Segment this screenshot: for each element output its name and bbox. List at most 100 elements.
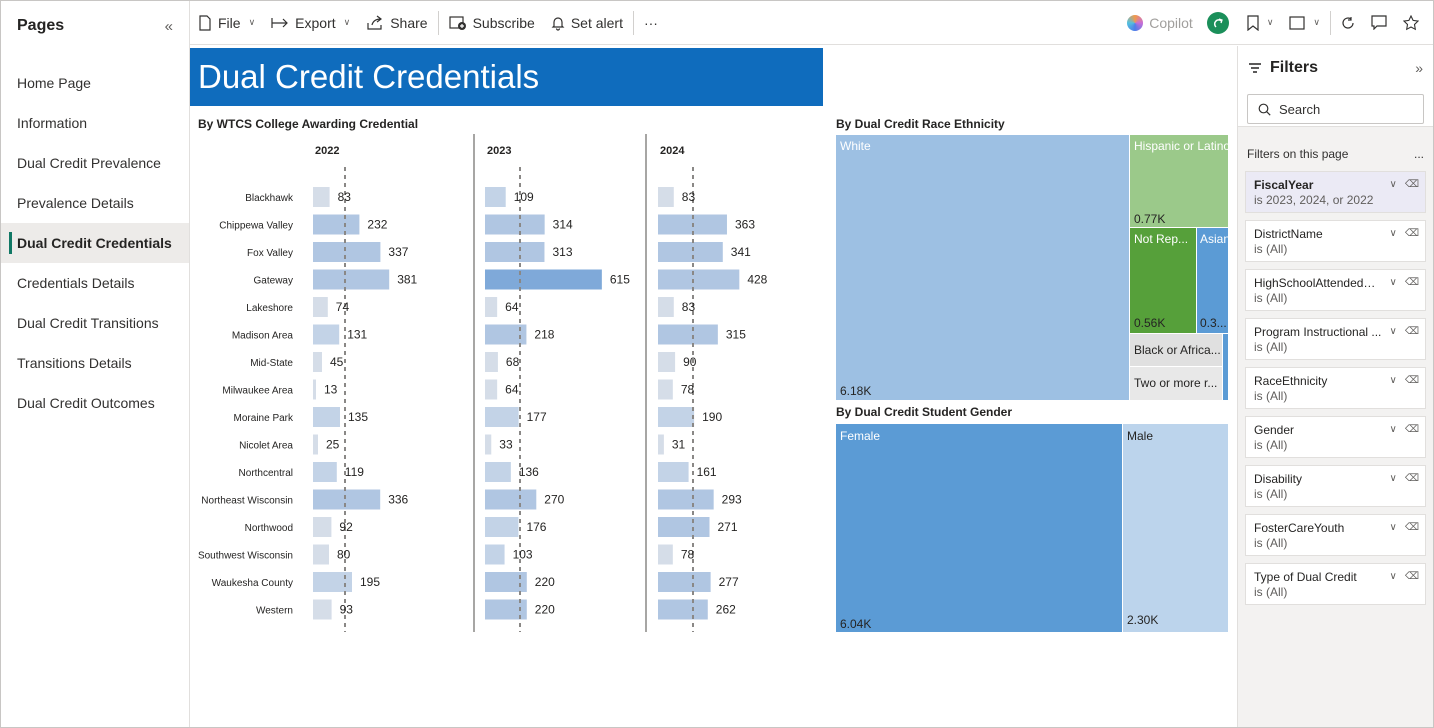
- bar-2022-nicolet-area[interactable]: [313, 434, 318, 455]
- bar-2022-southwest-wisconsin[interactable]: [313, 544, 329, 565]
- refresh-status-icon[interactable]: [1206, 11, 1229, 34]
- bar-2024-mid-state[interactable]: [658, 352, 676, 372]
- bar-2023-southwest-wisconsin[interactable]: [485, 544, 505, 565]
- bar-2022-lakeshore[interactable]: [313, 297, 328, 317]
- filter-card-gender[interactable]: Gender is (All) ∨ ⌫: [1245, 416, 1426, 458]
- filter-card-type-of-dual-credit[interactable]: Type of Dual Credit is (All) ∨ ⌫: [1245, 563, 1426, 605]
- bar-2024-milwaukee-area[interactable]: [658, 379, 673, 400]
- eraser-icon[interactable]: ⌫: [1405, 473, 1419, 484]
- bar-2023-blackhawk[interactable]: [485, 187, 506, 207]
- treemap-tile-asian[interactable]: Asian 0.3...: [1197, 228, 1228, 333]
- bar-2022-madison-area[interactable]: [313, 324, 340, 345]
- page-item-dual-credit-prevalence[interactable]: Dual Credit Prevalence: [1, 143, 189, 183]
- bar-2022-gateway[interactable]: [313, 269, 390, 290]
- gender-treemap[interactable]: Female 6.04K Male 2.30K: [836, 424, 1228, 632]
- page-item-transitions-details[interactable]: Transitions Details: [1, 343, 189, 383]
- collapse-pages-icon[interactable]: «: [165, 18, 173, 35]
- chevron-down-icon[interactable]: ∨: [1390, 228, 1397, 239]
- bar-2022-northwood[interactable]: [313, 517, 332, 537]
- eraser-icon[interactable]: ⌫: [1405, 424, 1419, 435]
- filter-search-input[interactable]: Search: [1247, 94, 1424, 124]
- bar-2024-lakeshore[interactable]: [658, 297, 674, 317]
- treemap-tile-other[interactable]: [1223, 334, 1228, 400]
- bar-2024-northeast-wisconsin[interactable]: [658, 489, 714, 510]
- eraser-icon[interactable]: ⌫: [1405, 326, 1419, 337]
- eraser-icon[interactable]: ⌫: [1405, 571, 1419, 582]
- treemap-tile-white[interactable]: White 6.18K: [836, 135, 1129, 400]
- filter-card-fiscalyear[interactable]: FiscalYear is 2023, 2024, or 2022 ∨ ⌫: [1245, 171, 1426, 213]
- bar-2023-northeast-wisconsin[interactable]: [485, 489, 537, 510]
- chevron-down-icon[interactable]: ∨: [1390, 424, 1397, 435]
- page-item-credentials-details[interactable]: Credentials Details: [1, 263, 189, 303]
- favorite-button[interactable]: [1395, 1, 1427, 45]
- bar-2022-western[interactable]: [313, 599, 332, 620]
- page-item-prevalence-details[interactable]: Prevalence Details: [1, 183, 189, 223]
- chevron-down-icon[interactable]: ∨: [1390, 179, 1397, 190]
- subscribe-button[interactable]: Subscribe: [441, 1, 543, 45]
- bar-2022-mid-state[interactable]: [313, 352, 322, 372]
- filter-card-highschoolattendedn[interactable]: HighSchoolAttendedN... is (All) ∨ ⌫: [1245, 269, 1426, 311]
- bar-2024-waukesha-county[interactable]: [658, 572, 711, 592]
- copilot-button[interactable]: Copilot: [1119, 1, 1201, 45]
- file-menu[interactable]: File ∨: [190, 1, 263, 45]
- bar-2023-moraine-park[interactable]: [485, 407, 519, 427]
- bar-2022-blackhawk[interactable]: [313, 187, 330, 207]
- treemap-tile-not-reported[interactable]: Not Rep... 0.56K: [1130, 228, 1196, 333]
- bar-2024-northwood[interactable]: [658, 517, 710, 537]
- page-item-dual-credit-outcomes[interactable]: Dual Credit Outcomes: [1, 383, 189, 423]
- refresh-button[interactable]: [1333, 1, 1363, 45]
- comment-button[interactable]: [1363, 1, 1395, 45]
- page-item-home-page[interactable]: Home Page: [1, 63, 189, 103]
- filter-card-fostercareyouth[interactable]: FosterCareYouth is (All) ∨ ⌫: [1245, 514, 1426, 556]
- bar-2023-nicolet-area[interactable]: [485, 434, 492, 455]
- bar-2024-western[interactable]: [658, 599, 708, 620]
- bar-2022-northcentral[interactable]: [313, 462, 337, 482]
- bar-2023-fox-valley[interactable]: [485, 242, 545, 262]
- bar-2022-waukesha-county[interactable]: [313, 572, 352, 592]
- filter-card-raceethnicity[interactable]: RaceEthnicity is (All) ∨ ⌫: [1245, 367, 1426, 409]
- bar-2022-chippewa-valley[interactable]: [313, 214, 360, 235]
- bar-2024-gateway[interactable]: [658, 269, 740, 290]
- filter-card-program-instructional[interactable]: Program Instructional ... is (All) ∨ ⌫: [1245, 318, 1426, 360]
- bar-2024-nicolet-area[interactable]: [658, 434, 664, 455]
- race-treemap[interactable]: White 6.18K Hispanic or Latino 0.77K Not…: [836, 135, 1228, 400]
- view-button[interactable]: ∨: [1281, 1, 1328, 45]
- bar-2022-northeast-wisconsin[interactable]: [313, 489, 381, 510]
- eraser-icon[interactable]: ⌫: [1405, 277, 1419, 288]
- filter-card-disability[interactable]: Disability is (All) ∨ ⌫: [1245, 465, 1426, 507]
- eraser-icon[interactable]: ⌫: [1405, 375, 1419, 386]
- bar-2022-moraine-park[interactable]: [313, 407, 340, 427]
- chevron-down-icon[interactable]: ∨: [1390, 375, 1397, 386]
- eraser-icon[interactable]: ⌫: [1405, 179, 1419, 190]
- chevron-down-icon[interactable]: ∨: [1390, 473, 1397, 484]
- bar-2024-blackhawk[interactable]: [658, 187, 674, 207]
- bar-2024-madison-area[interactable]: [658, 324, 718, 345]
- export-menu[interactable]: Export ∨: [263, 1, 358, 45]
- bar-2023-northwood[interactable]: [485, 517, 519, 537]
- page-item-information[interactable]: Information: [1, 103, 189, 143]
- share-button[interactable]: Share: [358, 1, 435, 45]
- chevron-down-icon[interactable]: ∨: [1390, 571, 1397, 582]
- chevron-down-icon[interactable]: ∨: [1390, 277, 1397, 288]
- bar-2024-northcentral[interactable]: [658, 462, 689, 482]
- set-alert-button[interactable]: Set alert: [543, 1, 631, 45]
- chevron-down-icon[interactable]: ∨: [1390, 326, 1397, 337]
- bar-2023-chippewa-valley[interactable]: [485, 214, 545, 235]
- college-bar-chart[interactable]: Blackhawk Chippewa Valley Fox Valley Gatewa…: [190, 132, 830, 652]
- more-options-button[interactable]: ···: [636, 1, 666, 45]
- chevron-down-icon[interactable]: ∨: [1390, 522, 1397, 533]
- page-item-dual-credit-credentials[interactable]: Dual Credit Credentials: [1, 223, 189, 263]
- bar-2023-northcentral[interactable]: [485, 462, 511, 482]
- treemap-tile-black[interactable]: Black or Africa...: [1130, 334, 1222, 366]
- filter-card-districtname[interactable]: DistrictName is (All) ∨ ⌫: [1245, 220, 1426, 262]
- bar-2024-moraine-park[interactable]: [658, 407, 695, 427]
- eraser-icon[interactable]: ⌫: [1405, 522, 1419, 533]
- bar-2023-mid-state[interactable]: [485, 352, 498, 372]
- bar-2022-fox-valley[interactable]: [313, 242, 381, 262]
- filters-more-button[interactable]: ...: [1414, 147, 1424, 161]
- expand-filters-icon[interactable]: »: [1415, 60, 1423, 76]
- page-item-dual-credit-transitions[interactable]: Dual Credit Transitions: [1, 303, 189, 343]
- bar-2023-milwaukee-area[interactable]: [485, 379, 498, 400]
- bar-2022-milwaukee-area[interactable]: [313, 379, 316, 400]
- bar-2024-southwest-wisconsin[interactable]: [658, 544, 673, 565]
